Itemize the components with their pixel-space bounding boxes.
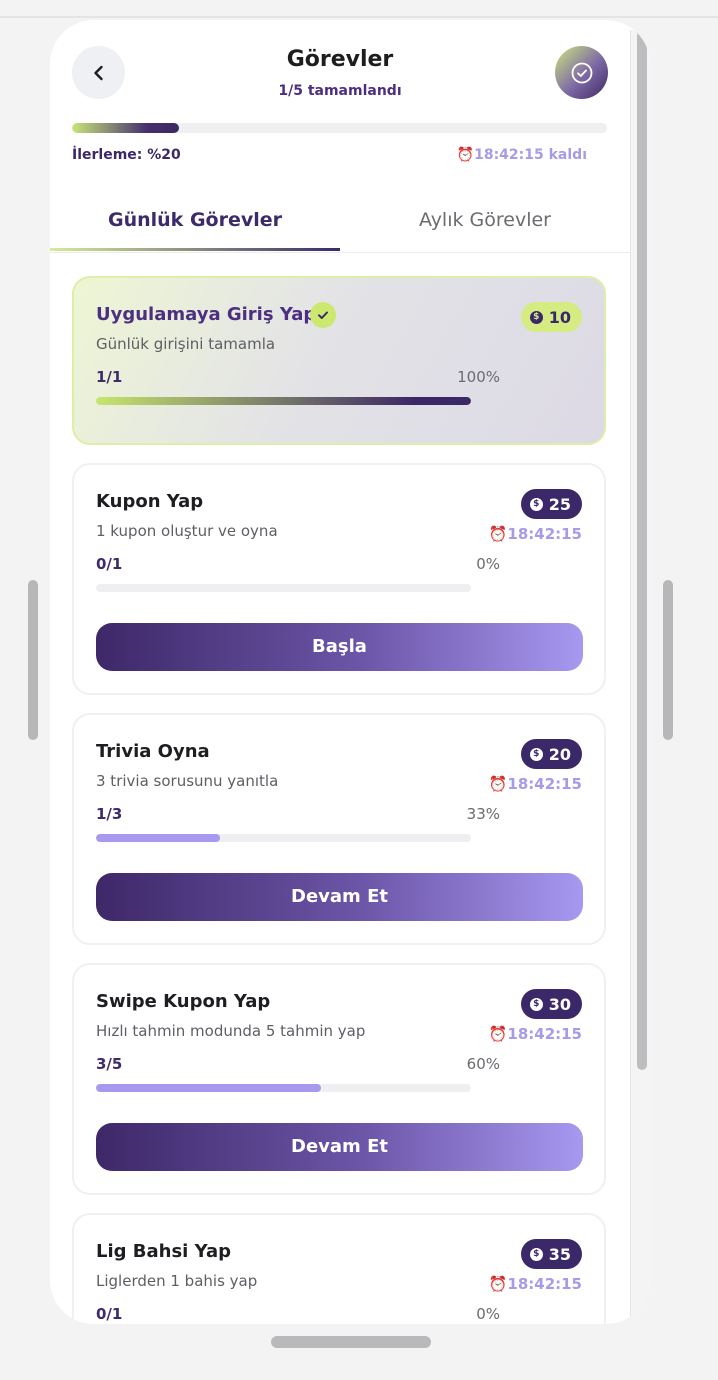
- reward-badge: $35: [520, 1239, 582, 1269]
- reward-badge: $10: [520, 302, 582, 332]
- progress-label: İlerleme: %20: [72, 147, 181, 163]
- coin-icon: $: [529, 1247, 543, 1261]
- task-count: 1/3: [96, 805, 123, 823]
- reward-badge: $25: [520, 489, 582, 519]
- completed-check-icon: [310, 302, 336, 328]
- task-description: Liglerden 1 bahis yap: [96, 1272, 258, 1290]
- phone-screen: Görevler 1/5 tamamlandı İlerleme: %20 ⏰1…: [50, 20, 650, 1324]
- reward-value: 30: [548, 994, 571, 1014]
- continue-button[interactable]: Devam Et: [96, 1123, 583, 1171]
- task-timer: ⏰18:42:15: [488, 525, 582, 543]
- task-count: 0/1: [96, 1305, 123, 1323]
- task-description: Günlük girişini tamamla: [96, 335, 276, 353]
- task-percent: 60%: [466, 1055, 500, 1073]
- task-tabs: Günlük Görevler Aylık Görevler: [50, 198, 630, 253]
- overall-progress-fill: [72, 123, 179, 133]
- page-title: Görevler: [286, 47, 394, 72]
- task-title: Lig Bahsi Yap: [96, 1241, 232, 1262]
- task-title: Kupon Yap: [96, 491, 204, 512]
- coin-icon: $: [529, 310, 543, 324]
- task-percent: 0%: [476, 555, 500, 573]
- reward-value: 25: [548, 494, 571, 514]
- completion-summary: 1/5 tamamlandı: [278, 83, 402, 99]
- task-percent: 0%: [476, 1305, 500, 1323]
- task-count: 1/1: [96, 368, 123, 386]
- task-progress-bar: [96, 584, 471, 592]
- start-button[interactable]: Başla: [96, 623, 583, 671]
- reward-value: 20: [548, 744, 571, 764]
- overall-progress-bar: [72, 123, 607, 133]
- continue-button[interactable]: Devam Et: [96, 873, 583, 921]
- right-side-handle[interactable]: [663, 580, 673, 740]
- task-timer: ⏰18:42:15: [488, 775, 582, 793]
- task-progress-fill: [96, 1084, 321, 1092]
- coin-icon: $: [529, 747, 543, 761]
- task-progress-fill: [96, 397, 471, 405]
- browser-top-divider: [0, 16, 718, 18]
- coin-icon: $: [529, 997, 543, 1011]
- task-count: 0/1: [96, 555, 123, 573]
- header: Görevler 1/5 tamamlandı İlerleme: %20 ⏰1…: [50, 20, 630, 163]
- task-card-login: Uygulamaya Giriş Yap Günlük girişini tam…: [72, 276, 606, 445]
- task-description: 1 kupon oluştur ve oyna: [96, 522, 278, 540]
- complete-all-button[interactable]: [555, 46, 608, 99]
- task-title: Swipe Kupon Yap: [96, 991, 271, 1012]
- task-percent: 33%: [466, 805, 500, 823]
- task-progress-fill: [96, 834, 220, 842]
- task-title: Trivia Oyna: [96, 741, 210, 762]
- task-percent: 100%: [457, 368, 500, 386]
- task-progress-bar: [96, 1084, 471, 1092]
- task-progress-bar: [96, 397, 471, 405]
- tab-daily-tasks[interactable]: Günlük Görevler: [50, 198, 340, 251]
- tab-monthly-tasks[interactable]: Aylık Görevler: [340, 198, 630, 251]
- task-card-league: Lig Bahsi Yap Liglerden 1 bahis yap 0/1 …: [72, 1213, 606, 1324]
- time-left-label: ⏰18:42:15 kaldı: [456, 147, 587, 163]
- left-side-handle[interactable]: [28, 580, 38, 740]
- task-card-trivia: Trivia Oyna 3 trivia sorusunu yanıtla 1/…: [72, 713, 606, 945]
- task-progress-bar: [96, 834, 471, 842]
- coin-icon: $: [529, 497, 543, 511]
- task-description: Hızlı tahmin modunda 5 tahmin yap: [96, 1022, 366, 1040]
- task-description: 3 trivia sorusunu yanıtla: [96, 772, 279, 790]
- task-title: Uygulamaya Giriş Yap: [96, 304, 317, 325]
- task-timer: ⏰18:42:15: [488, 1025, 582, 1043]
- reward-value: 10: [548, 307, 571, 327]
- reward-badge: $30: [520, 989, 582, 1019]
- check-circle-icon: [571, 62, 592, 83]
- task-card-kupon: Kupon Yap 1 kupon oluştur ve oyna 0/1 0%…: [72, 463, 606, 695]
- task-timer: ⏰18:42:15: [488, 1275, 582, 1293]
- scrollbar-thumb[interactable]: [637, 30, 647, 1070]
- reward-badge: $20: [520, 739, 582, 769]
- active-tab-indicator: [50, 248, 340, 251]
- task-card-swipe: Swipe Kupon Yap Hızlı tahmin modunda 5 t…: [72, 963, 606, 1195]
- home-indicator[interactable]: [271, 1336, 431, 1348]
- reward-value: 35: [548, 1244, 571, 1264]
- task-count: 3/5: [96, 1055, 123, 1073]
